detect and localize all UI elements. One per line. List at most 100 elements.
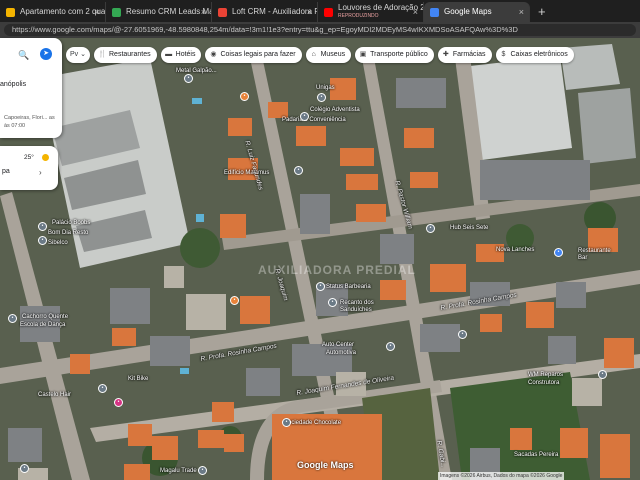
chip-label: Museus [320, 51, 346, 58]
satellite-map[interactable]: AUXILIADORA PREDIAL [0, 38, 640, 480]
pin-hub2-icon[interactable]: • [458, 330, 467, 339]
pin-castelo-icon[interactable]: • [114, 398, 123, 407]
place-label[interactable]: Escola de Dança [20, 322, 65, 329]
place-label[interactable]: Padaria e Conveniência [282, 117, 346, 124]
chip-coisas-legais-para-fazer[interactable]: ◉ Coisas legais para fazer [205, 47, 302, 63]
chip-caixas-eletr-nicos[interactable]: $ Caixas eletrônicos [495, 47, 574, 63]
place-label[interactable]: Recanto dos [340, 300, 374, 307]
pin-orange-mid-icon[interactable]: • [230, 296, 239, 305]
close-tab-icon[interactable]: × [307, 2, 312, 22]
place-panel[interactable]: 🔍 ➤ anópolis Capoeiras, Flori... as às 0… [0, 38, 62, 138]
map-imagery [0, 38, 640, 480]
transit-icon: ▣ [359, 51, 367, 58]
place-label[interactable]: Hub Seis Sete [450, 225, 488, 232]
place-label[interactable]: WM Reparos [528, 372, 563, 379]
place-label[interactable]: Sacadas Pereira [514, 452, 558, 459]
new-tab-button[interactable]: + [530, 2, 546, 22]
pin-magalu-icon[interactable]: • [198, 466, 207, 475]
copyright-text: Imagens ©2026 Airbus, Dados do mapa ©202… [438, 472, 565, 480]
place-label[interactable]: Auto Center [322, 342, 354, 349]
chip-label: Coisas legais para fazer [220, 51, 296, 58]
chip-farm-cias[interactable]: ✚ Farmácias [437, 47, 492, 63]
chip-more-icon[interactable]: Pv ⌄ [66, 47, 90, 63]
pin-metal-galpao-icon[interactable]: • [184, 74, 193, 83]
place-label[interactable]: Nova Lanches [496, 247, 534, 254]
browser-tab[interactable]: Loft CRM - Auxiliadora Pr × [212, 2, 318, 22]
place-label[interactable]: Colégio Adventista [310, 107, 360, 114]
place-label[interactable]: Construtora [528, 380, 559, 387]
pin-sociedade-icon[interactable]: • [282, 418, 291, 427]
place-label[interactable]: Palácio Boobs [52, 220, 90, 227]
google-maps-logo: Google Maps [297, 460, 354, 470]
tab-favicon-icon [112, 8, 121, 17]
pharmacy-icon: ✚ [442, 51, 449, 58]
close-tab-icon[interactable]: × [201, 2, 206, 22]
close-tab-icon[interactable]: × [413, 2, 418, 22]
tab-playing-indicator: REPRODUZINDO [338, 13, 379, 19]
chip-label: Farmácias [452, 51, 486, 58]
tab-label: Apartamento com 2 qua [20, 7, 106, 16]
temperature: 25° [24, 154, 34, 161]
pin-boobs-icon[interactable]: • [38, 222, 47, 231]
close-tab-icon[interactable]: × [519, 2, 524, 22]
place-label[interactable]: Edifício Maximus [224, 170, 269, 177]
bed-icon: ▬ [165, 51, 173, 58]
place-label[interactable]: Restaurante [578, 248, 611, 255]
tab-label: Google Maps [444, 7, 492, 16]
place-label[interactable]: Sibelco [48, 240, 68, 247]
pin-edificio-icon[interactable]: • [294, 166, 303, 175]
browser-tab[interactable]: Louvores de Adoração 20 REPRODUZINDO × [318, 2, 424, 22]
place-label[interactable]: Magalu Trade [160, 468, 197, 475]
tab-label: Resumo CRM Leads Mais [126, 7, 212, 16]
place-label[interactable]: Status Barbearia [326, 284, 371, 291]
search-icon[interactable]: 🔍 [18, 50, 29, 61]
pin-nova-icon[interactable]: • [554, 248, 563, 257]
place-label[interactable]: Bar [578, 255, 587, 262]
place-address: Capoeiras, Flori... as às 07:00 [4, 115, 55, 129]
pin-kit-bike-icon[interactable]: • [98, 384, 107, 393]
place-label[interactable]: Automotiva [326, 350, 356, 357]
chevron-right-icon[interactable]: › [39, 168, 42, 177]
pin-hub-icon[interactable]: • [426, 224, 435, 233]
place-label[interactable]: Unigas [316, 85, 335, 92]
pin-left-bottom-icon[interactable]: • [20, 464, 29, 473]
chip-hot-is[interactable]: ▬ Hotéis [160, 47, 202, 63]
place-label[interactable]: Sanduíches [340, 307, 372, 314]
weather-label: pa [2, 168, 10, 175]
pin-status-icon[interactable]: • [316, 282, 325, 291]
place-label[interactable]: Cachorro Quente [22, 314, 68, 321]
tab-favicon-icon [6, 8, 15, 17]
browser-tab[interactable]: Apartamento com 2 qua × [0, 2, 106, 22]
browser-tab[interactable]: Resumo CRM Leads Mais × [106, 2, 212, 22]
pin-unigas-icon[interactable]: • [317, 93, 326, 102]
tab-favicon-icon [218, 8, 227, 17]
place-name: anópolis [0, 81, 27, 88]
chip-transporte-p-blico[interactable]: ▣ Transporte público [355, 47, 434, 63]
close-tab-icon[interactable]: × [95, 2, 100, 22]
pin-orange-top-icon[interactable]: • [240, 92, 249, 101]
chip-museus[interactable]: ⌂ Museus [305, 47, 352, 63]
browser-tab[interactable]: Google Maps × [424, 2, 530, 22]
pin-auto-icon[interactable]: • [386, 342, 395, 351]
place-label[interactable]: Kit Bike [128, 376, 148, 383]
place-label[interactable]: Castelo Hair [38, 392, 71, 399]
tab-favicon-icon [430, 8, 439, 17]
category-chips: Pv ⌄ 🍴 Restaurantes ▬ Hotéis ◉ Coisas legais … [66, 47, 574, 63]
pin-wm-icon[interactable]: • [598, 370, 607, 379]
place-label[interactable]: Sociedade Chocolate [284, 420, 341, 427]
pin-recanto-icon[interactable]: • [328, 298, 337, 307]
address-bar: https://www.google.com/maps/@-27.6051969… [0, 22, 640, 38]
tab-favicon-icon [324, 8, 333, 17]
pin-cachorro-icon[interactable]: • [8, 314, 17, 323]
museum-icon: ⌂ [311, 51, 316, 58]
pin-colegio-icon[interactable]: • [300, 112, 309, 121]
place-label[interactable]: Metal Galpão... [176, 68, 217, 75]
pin-bom-dia-icon[interactable]: • [38, 236, 47, 245]
directions-icon[interactable]: ➤ [40, 48, 52, 60]
sun-icon [42, 154, 49, 161]
url-input[interactable]: https://www.google.com/maps/@-27.6051969… [4, 24, 636, 36]
place-label[interactable]: Bom Dia Resto [48, 230, 88, 237]
tab-label: Loft CRM - Auxiliadora Pr [232, 7, 318, 16]
weather-panel[interactable]: 25° pa › [0, 146, 58, 190]
chip-restaurantes[interactable]: 🍴 Restaurantes [94, 47, 157, 63]
